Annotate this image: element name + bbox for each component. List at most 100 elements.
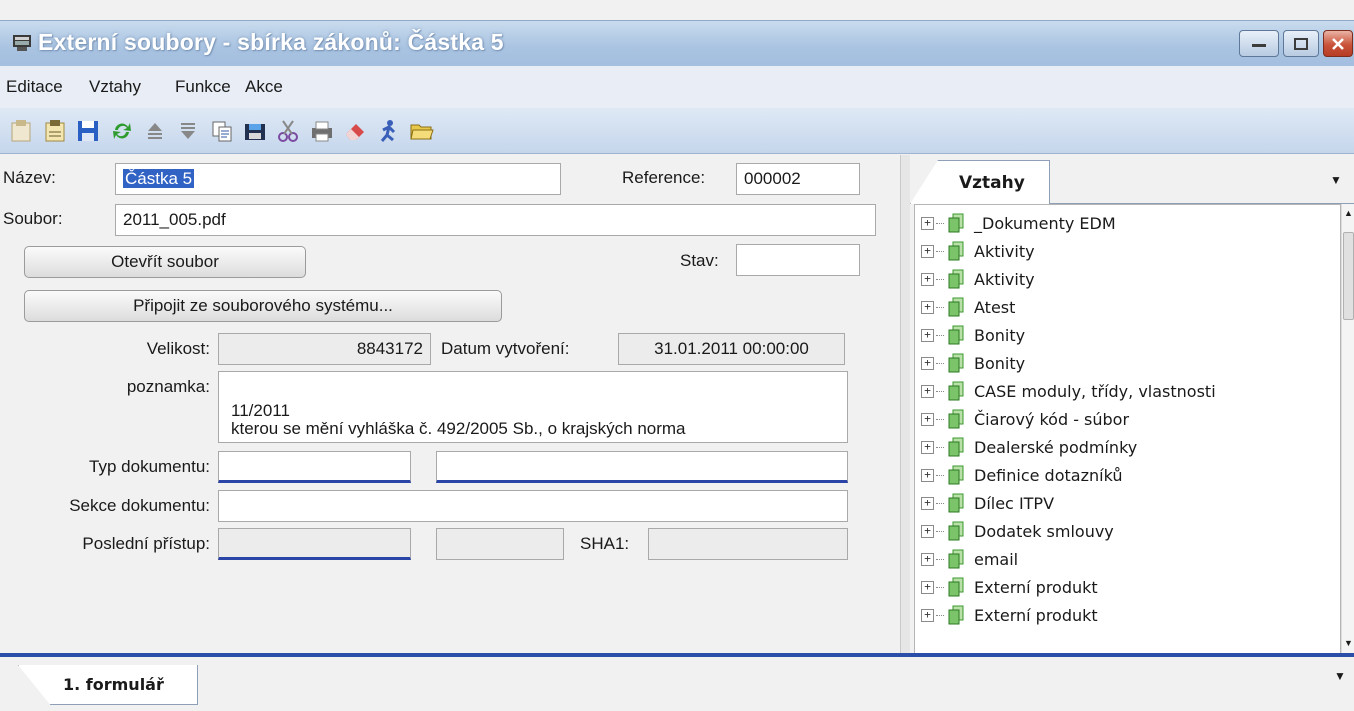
tree-item-label: Definice dotazníků [974,465,1123,485]
soubor-label: Soubor: [3,209,63,228]
expand-icon[interactable]: + [921,328,934,342]
close-button[interactable] [1323,30,1353,57]
menu-akce[interactable]: Akce [245,77,283,97]
sekce-dokumentu-label: Sekce dokumentu: [69,496,210,515]
tree-item-label: Bonity [974,353,1026,373]
tree-item-label: Aktivity [974,241,1035,261]
copy-icon[interactable] [209,118,235,144]
expand-icon[interactable]: + [921,412,934,426]
bottom-dropdown-arrow-icon[interactable]: ▼ [1334,669,1346,683]
menu-funkce[interactable]: Funkce [175,77,231,97]
tree-scrollbar[interactable]: ▲ ▼ [1341,204,1354,654]
soubor-field[interactable]: 2011_005.pdf [115,204,876,236]
menu-editace[interactable]: Editace [6,77,63,97]
tree-item-label: Čiarový kód - súbor [974,409,1130,429]
expand-icon[interactable]: + [921,440,934,454]
print-icon[interactable] [309,118,335,144]
posledni-pristup-extra-field [436,528,564,560]
minimize-button[interactable] [1239,30,1279,57]
tab-vztahy[interactable]: Vztahy [910,160,1050,204]
poznamka-textarea[interactable]: 11/2011 kterou se mění vyhláška č. 492/2… [218,371,848,443]
tab-form-1[interactable]: 1. formulář [18,665,198,705]
document-stack-icon [948,381,964,401]
stav-label: Stav: [680,251,719,270]
expand-icon[interactable]: + [921,300,934,314]
expand-icon[interactable]: + [921,552,934,566]
document-stack-icon [948,325,964,345]
velikost-label: Velikost: [146,339,210,358]
form-panel: Název: Částka 5 Reference: 000002 Soubor… [0,155,900,653]
tree-item[interactable]: + Externí produkt [921,573,1098,601]
scroll-down-icon[interactable]: ▼ [1344,638,1353,648]
tree-item-label: email [974,549,1019,569]
tree-item[interactable]: + Bonity [921,349,1025,377]
tree-item[interactable]: + Dílec ITPV [921,489,1054,517]
expand-icon[interactable]: + [921,524,934,538]
tree-item-label: CASE moduly, třídy, vlastnosti [974,381,1216,401]
tree-item[interactable]: + _Dokumenty EDM [921,209,1116,237]
scroll-thumb[interactable] [1343,232,1354,320]
open-file-button[interactable]: Otevřít soubor [24,246,306,278]
tree-item[interactable]: + Atest [921,293,1015,321]
tree-item[interactable]: + email [921,545,1018,573]
reference-field[interactable]: 000002 [736,163,860,195]
tree-item[interactable]: + Dodatek smlouvy [921,517,1114,545]
document-stack-icon [948,409,964,429]
document-stack-icon [948,521,964,541]
sekce-dokumentu-field[interactable] [218,490,848,522]
document-stack-icon [948,605,964,625]
relations-tree[interactable]: + _Dokumenty EDM + Aktivity + Aktivity + Ate… [914,204,1341,654]
expand-icon[interactable]: + [921,216,934,230]
tree-item[interactable]: + Čiarový kód - súbor [921,405,1129,433]
expand-icon[interactable]: + [921,580,934,594]
poznamka-line-2: kterou se mění vyhláška č. 492/2005 Sb.,… [231,419,686,438]
move-up-icon[interactable] [142,118,168,144]
erase-icon[interactable] [342,118,368,144]
folder-icon[interactable] [409,118,435,144]
run-icon[interactable] [375,118,401,144]
tab-dropdown-arrow-icon[interactable]: ▼ [1330,173,1342,187]
scroll-up-icon[interactable]: ▲ [1344,208,1353,218]
tree-item[interactable]: + CASE moduly, třídy, vlastnosti [921,377,1216,405]
typ-dokumentu-label: Typ dokumentu: [89,457,210,476]
document-stack-icon [948,269,964,289]
scissors-icon[interactable] [275,118,301,144]
attach-from-filesystem-button[interactable]: Připojit ze souborového systému... [24,290,502,322]
nazev-field[interactable]: Částka 5 [115,163,561,195]
tree-item[interactable]: + Aktivity [921,237,1035,265]
stav-field[interactable] [736,244,860,276]
maximize-icon [1294,37,1308,50]
typ-dokumentu-name-field[interactable] [436,451,848,483]
panel-splitter[interactable] [900,155,910,655]
velikost-field: 8843172 [218,333,431,365]
tree-item-label: Atest [974,297,1016,317]
expand-icon[interactable]: + [921,496,934,510]
new-icon[interactable] [8,118,34,144]
tree-item[interactable]: + Aktivity [921,265,1035,293]
nazev-label: Název: [3,168,56,187]
tree-item[interactable]: + Dealerské podmínky [921,433,1137,461]
expand-icon[interactable]: + [921,244,934,258]
maximize-button[interactable] [1283,30,1319,57]
document-stack-icon [948,493,964,513]
expand-icon[interactable]: + [921,356,934,370]
expand-icon[interactable]: + [921,272,934,286]
tree-item[interactable]: + Externí produkt [921,601,1098,629]
expand-icon[interactable]: + [921,608,934,622]
expand-icon[interactable]: + [921,384,934,398]
tree-item[interactable]: + Definice dotazníků [921,461,1122,489]
save-icon[interactable] [75,118,101,144]
expand-icon[interactable]: + [921,468,934,482]
move-down-icon[interactable] [175,118,201,144]
refresh-icon[interactable] [109,118,135,144]
menu-vztahy[interactable]: Vztahy [89,77,141,97]
menu-bar: Editace Vztahy Funkce Akce [0,66,1354,108]
tree-item-label: Dílec ITPV [974,493,1055,513]
open-icon[interactable] [42,118,68,144]
tree-item[interactable]: + Bonity [921,321,1025,349]
tree-item-label: Aktivity [974,269,1035,289]
title-bar[interactable]: Externí soubory - sbírka zákonů: Částka … [0,20,1354,66]
document-stack-icon [948,297,964,317]
typ-dokumentu-code-field[interactable] [218,451,411,483]
disk-icon[interactable] [242,118,268,144]
